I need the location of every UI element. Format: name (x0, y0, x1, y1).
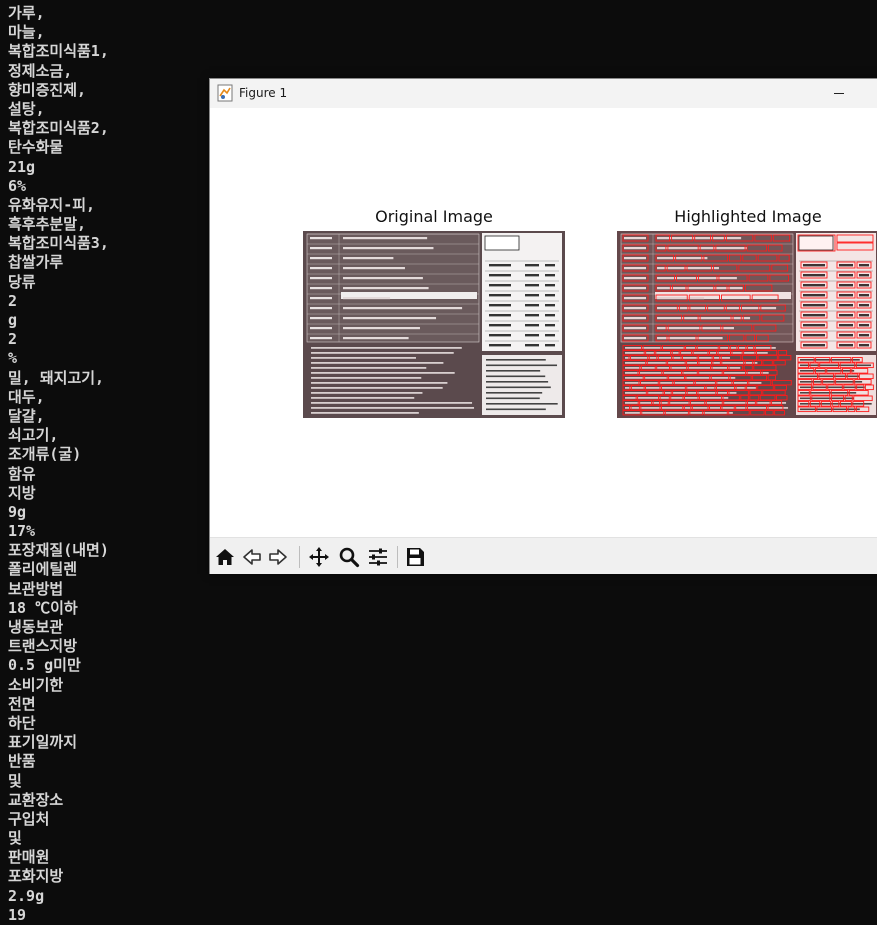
terminal-line: 소비기한 (8, 675, 64, 694)
terminal-line: 설탕, (8, 99, 45, 118)
terminal-line: 정제소금, (8, 61, 73, 80)
terminal-line: 대두, (8, 387, 45, 406)
terminal-line: 구입처 (8, 809, 50, 828)
terminal-line: 18 ℃이하 (8, 598, 78, 617)
back-arrow-icon[interactable] (240, 545, 264, 569)
window-titlebar[interactable]: Figure 1 (210, 79, 877, 109)
terminal-line: 달걀, (8, 406, 45, 425)
terminal-line: 21g (8, 157, 36, 176)
terminal-line: 밀, 돼지고기, (8, 368, 105, 387)
terminal-line: 판매원 (8, 848, 50, 867)
configure-subplots-icon[interactable] (366, 545, 390, 569)
terminal-line: 향미증진제, (8, 80, 87, 99)
highlighted-image (617, 231, 877, 418)
terminal-line: 및 (8, 829, 22, 848)
terminal-line: 2 (8, 291, 18, 310)
terminal-line: 및 (8, 771, 22, 790)
terminal-line: 전면 (8, 694, 36, 713)
terminal-line: 함유 (8, 464, 36, 483)
terminal-line: 가루, (8, 4, 45, 22)
toolbar-separator (299, 546, 300, 568)
terminal-line: 9g (8, 502, 27, 521)
terminal-line: 유화유지-피, (8, 195, 96, 214)
terminal-line: 마늘, (8, 23, 45, 42)
terminal-line: 냉동보관 (8, 618, 64, 636)
terminal-line: 복합조미식품1, (8, 42, 109, 61)
window-title: Figure 1 (239, 86, 288, 100)
terminal-output: 가루, 마늘, 복합조미식품1, 정제소금, 향미증진제, 설탕, 복합조미식품2, 탄수화물… (8, 4, 109, 925)
save-icon[interactable] (403, 545, 427, 569)
minimize-button[interactable] (816, 79, 862, 108)
forward-arrow-icon[interactable] (266, 545, 290, 569)
terminal-line: 반품 (8, 752, 36, 771)
terminal-line: 쇠고기, (8, 426, 59, 445)
terminal-line: 조개류(굴) (8, 445, 82, 464)
highlighted-image-title: Highlighted Image (674, 207, 822, 226)
terminal-line: 흑후추분말, (8, 215, 87, 234)
original-image (303, 231, 565, 418)
terminal-line: 포장재질(내면) (8, 541, 109, 560)
matplotlib-figure-icon (217, 84, 233, 102)
terminal-line: g (8, 311, 18, 329)
original-image-title: Original Image (375, 207, 493, 226)
terminal-line: 19 (8, 905, 27, 924)
terminal-line: 2.9g (8, 886, 45, 905)
terminal-line: 보관방법 (8, 579, 64, 598)
terminal-line: 찹쌀가루 (8, 253, 64, 272)
terminal-line: 0.5 g미만 (8, 656, 81, 675)
terminal-line: 복합조미식품2, (8, 119, 109, 138)
terminal-line: 폴리에틸렌 (8, 560, 78, 579)
terminal-line: 당류 (8, 272, 36, 291)
home-icon[interactable] (213, 545, 237, 569)
terminal-line: 하단 (8, 713, 36, 732)
minimize-icon (834, 93, 844, 94)
terminal-line: 트랜스지방 (8, 637, 78, 656)
terminal-line: 표기일까지 (8, 733, 78, 752)
terminal-line: 6% (8, 176, 27, 195)
toolbar-separator (397, 546, 398, 568)
terminal-line: 지방 (8, 483, 36, 502)
figure-window: Figure 1 Original Image Highlighted Imag… (209, 78, 877, 574)
terminal-line: 포화지방 (8, 867, 64, 886)
pan-icon[interactable] (307, 545, 331, 569)
terminal-line: 탄수화물 (8, 138, 64, 157)
figure-canvas[interactable]: Original Image Highlighted Image (210, 108, 877, 537)
terminal-line: 17% (8, 522, 36, 541)
terminal-line: 교환장소 (8, 790, 64, 809)
zoom-icon[interactable] (337, 545, 361, 569)
navigation-toolbar (210, 537, 877, 574)
terminal-line: 2 (8, 330, 18, 349)
terminal-line: % (8, 349, 18, 368)
terminal-line: 복합조미식품3, (8, 234, 109, 253)
